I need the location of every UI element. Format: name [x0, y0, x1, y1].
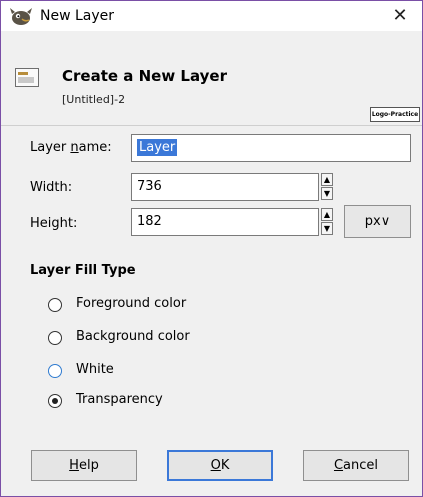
layer-icon: [15, 68, 39, 87]
width-increment-button[interactable]: ▲: [321, 173, 333, 186]
width-input[interactable]: 736: [131, 173, 319, 201]
close-button[interactable]: ✕: [378, 1, 422, 31]
radio-label: Foreground color: [76, 296, 187, 311]
title-bar[interactable]: New Layer ✕: [1, 1, 422, 31]
radio-button[interactable]: [48, 331, 62, 345]
height-spinner[interactable]: ▲ ▼: [321, 208, 333, 236]
radio-label: White: [76, 362, 114, 377]
chevron-down-icon: ∨: [380, 214, 391, 229]
layer-name-label: Layer name:: [30, 140, 112, 155]
header-title: Create a New Layer: [62, 67, 227, 85]
height-label: Height:: [30, 216, 78, 231]
fill-type-heading: Layer Fill Type: [30, 263, 136, 278]
radio-button[interactable]: [48, 364, 62, 378]
header-separator: [1, 125, 422, 126]
gimp-wilber-icon: [10, 8, 32, 25]
layer-name-input[interactable]: Layer: [131, 134, 411, 162]
new-layer-dialog: New Layer ✕ Create a New Layer [Untitled…: [0, 0, 423, 497]
radio-button-selected[interactable]: [48, 394, 62, 408]
arrow-down-icon: ▼: [323, 224, 331, 233]
help-button[interactable]: Help: [31, 450, 137, 481]
arrow-up-icon: ▲: [323, 175, 331, 184]
arrow-up-icon: ▲: [323, 210, 331, 219]
unit-value: px: [364, 214, 381, 229]
height-decrement-button[interactable]: ▼: [321, 222, 333, 235]
layer-name-value: Layer: [137, 139, 178, 156]
width-spinner[interactable]: ▲ ▼: [321, 173, 333, 201]
width-decrement-button[interactable]: ▼: [321, 187, 333, 200]
arrow-down-icon: ▼: [323, 189, 331, 198]
window-title: New Layer: [40, 8, 115, 24]
cancel-button[interactable]: Cancel: [303, 450, 409, 481]
radio-label: Background color: [76, 329, 190, 344]
close-icon: ✕: [392, 5, 408, 26]
height-increment-button[interactable]: ▲: [321, 208, 333, 221]
unit-dropdown[interactable]: px∨: [344, 205, 411, 238]
radio-label: Transparency: [76, 392, 163, 407]
height-input[interactable]: 182: [131, 208, 319, 236]
ok-button[interactable]: OK: [167, 450, 273, 481]
image-thumbnail: Logo-Practice: [370, 107, 420, 122]
dialog-header: Create a New Layer [Untitled]-2 Logo-Pra…: [1, 31, 422, 125]
radio-button[interactable]: [48, 298, 62, 312]
image-name: [Untitled]-2: [62, 93, 126, 106]
width-label: Width:: [30, 180, 73, 195]
